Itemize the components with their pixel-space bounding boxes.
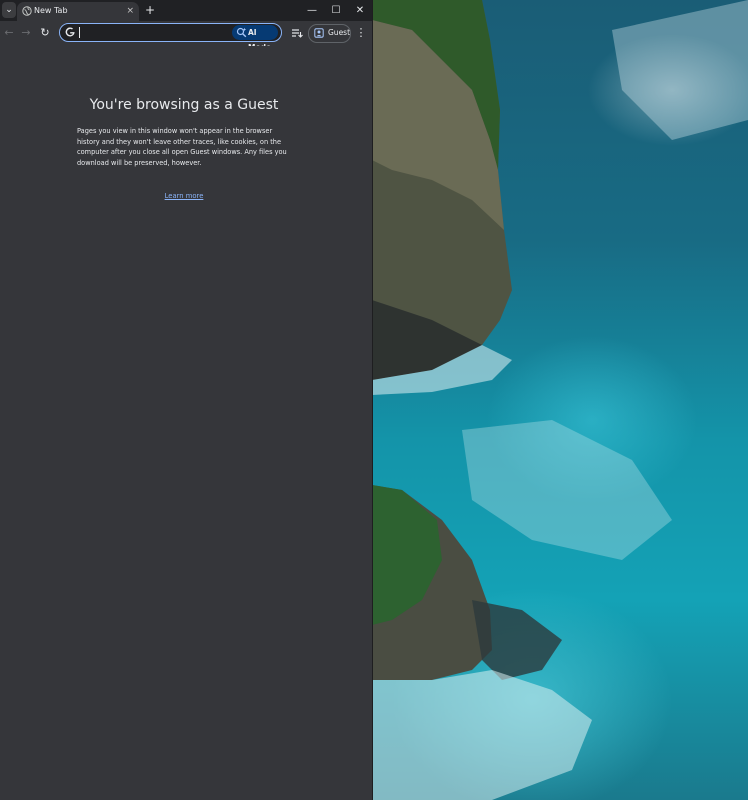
address-input[interactable]	[82, 25, 236, 41]
globe-icon	[22, 6, 32, 16]
more-menu-button[interactable]: ⋮	[354, 25, 368, 41]
learn-more-link[interactable]: Learn more	[0, 192, 368, 200]
guest-profile-icon	[314, 28, 324, 38]
reload-icon: ↻	[40, 26, 50, 39]
minimize-button[interactable]: —	[300, 0, 324, 21]
omnibox[interactable]: AI Mode	[59, 23, 282, 52]
minimize-icon: —	[307, 5, 317, 16]
ai-mode-button[interactable]: AI Mode	[232, 25, 278, 52]
google-g-icon	[65, 27, 75, 37]
new-tab-button[interactable]: +	[143, 3, 157, 17]
tab-close-button[interactable]: ×	[126, 5, 134, 17]
wallpaper-scenery	[372, 0, 748, 800]
text-cursor	[79, 27, 80, 38]
browser-window: ⌄ New Tab × + — ☐ ✕ ← → ↻ AI Guest ⋮ You…	[0, 0, 372, 800]
maximize-icon: ☐	[331, 5, 341, 16]
ai-search-icon	[236, 27, 247, 38]
maximize-button[interactable]: ☐	[324, 0, 348, 21]
guest-page: You're browsing as a Guest Pages you vie…	[0, 46, 372, 800]
profile-label: Guest	[328, 28, 351, 37]
arrow-right-icon: →	[21, 26, 31, 39]
forward-button[interactable]: →	[18, 25, 34, 41]
close-icon: ✕	[355, 5, 365, 16]
profile-button[interactable]: Guest	[308, 24, 351, 43]
toolbar: ← → ↻ AI Mode	[0, 21, 372, 52]
chevron-down-icon: ⌄	[5, 5, 13, 15]
tab-search-button[interactable]: ⌄	[2, 2, 16, 18]
close-window-button[interactable]: ✕	[348, 0, 372, 21]
back-button[interactable]: ←	[1, 25, 17, 41]
desktop-wallpaper	[372, 0, 748, 800]
more-vert-icon: ⋮	[355, 26, 367, 39]
page-description: Pages you view in this window won't appe…	[77, 127, 287, 167]
title-bar: ⌄ New Tab × + — ☐ ✕	[0, 0, 372, 21]
arrow-left-icon: ←	[4, 26, 14, 39]
page-title: You're browsing as a Guest	[89, 97, 279, 113]
tab-new-tab[interactable]: New Tab ×	[17, 2, 139, 21]
tab-title: New Tab	[34, 6, 68, 15]
reading-list-icon[interactable]	[290, 26, 304, 40]
reload-button[interactable]: ↻	[37, 25, 53, 41]
